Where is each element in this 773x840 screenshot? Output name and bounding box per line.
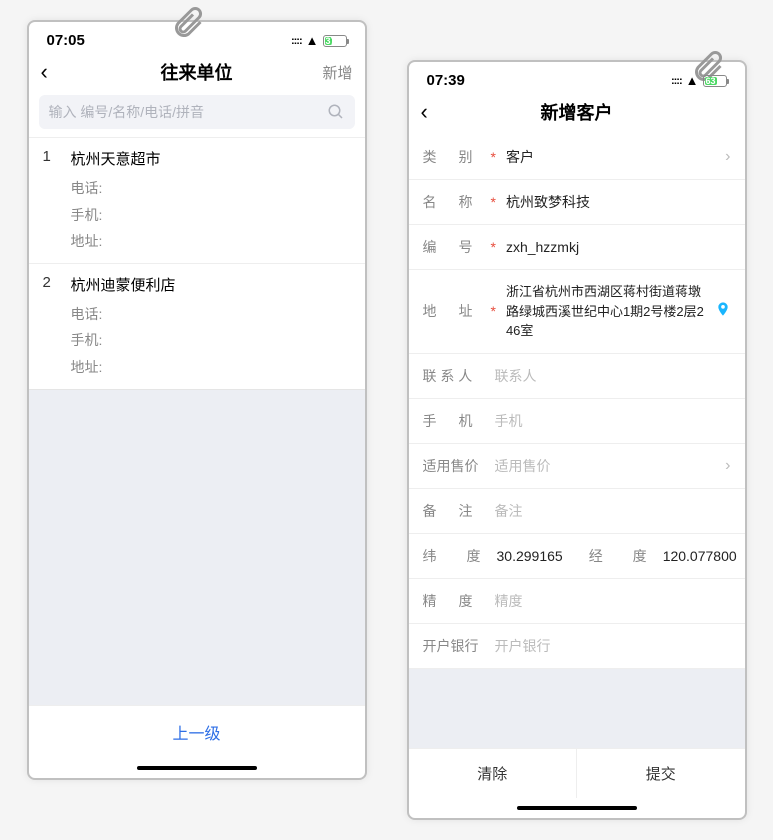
status-time: 07:39 <box>427 72 465 89</box>
nav-bar: ‹ 往来单位 新增 <box>29 53 365 95</box>
lat-value: 30.299165 <box>497 548 563 564</box>
lng-value: 120.077800 <box>663 548 737 564</box>
item-name: 杭州迪蒙便利店 <box>71 274 176 295</box>
label: 备 注 <box>423 501 487 521</box>
search-wrap <box>29 95 365 137</box>
label: 名 称 <box>423 192 487 212</box>
placeholder: 备注 <box>495 501 731 521</box>
value: 杭州致梦科技 <box>506 192 731 212</box>
value: 浙江省杭州市西湖区蒋村街道蒋墩路绿城西溪世纪中心1期2号楼2层246室 <box>506 282 707 341</box>
contact-list: 1 杭州天意超市 电话: 手机: 地址: 2 杭州迪蒙便利店 电话: 手机: 地… <box>29 137 365 389</box>
label: 联 系 人 <box>423 366 487 386</box>
field-remark[interactable]: 备 注 备注 <box>409 489 745 534</box>
home-indicator <box>409 798 745 818</box>
field-price[interactable]: 适用售价 适用售价 › <box>409 444 745 489</box>
search-input[interactable] <box>49 104 327 120</box>
label: 编 号 <box>423 237 487 257</box>
item-tel-label: 电话: <box>71 175 351 202</box>
value: 客户 <box>506 147 717 167</box>
field-code[interactable]: 编 号* zxh_hzzmkj <box>409 225 745 270</box>
field-contact[interactable]: 联 系 人 联系人 <box>409 354 745 399</box>
battery-icon: 63 <box>703 75 727 87</box>
field-precision[interactable]: 精 度 精度 <box>409 579 745 624</box>
label: 手 机 <box>423 411 487 431</box>
item-addr-label: 地址: <box>71 228 351 255</box>
placeholder: 精度 <box>495 591 731 611</box>
customer-form: 类 别* 客户 › 名 称* 杭州致梦科技 编 号* zxh_hzzmkj 地 … <box>409 135 745 669</box>
blank-area <box>409 669 745 749</box>
status-icons: :::: ▲ 37 <box>291 33 347 48</box>
field-mobile[interactable]: 手 机 手机 <box>409 399 745 444</box>
field-bank[interactable]: 开户银行 开户银行 <box>409 624 745 669</box>
item-name: 杭州天意超市 <box>71 148 161 169</box>
button-bar: 清除 提交 <box>409 748 745 798</box>
field-address[interactable]: 地 址* 浙江省杭州市西湖区蒋村街道蒋墩路绿城西溪世纪中心1期2号楼2层246室 <box>409 270 745 354</box>
location-icon[interactable] <box>715 301 731 322</box>
placeholder: 适用售价 <box>495 456 718 476</box>
label: 开户银行 <box>423 636 487 656</box>
submit-button[interactable]: 提交 <box>577 749 745 798</box>
label: 类 别 <box>423 147 487 167</box>
lng-label: 经 度 <box>589 546 655 566</box>
wifi-icon: ▲ <box>306 33 319 48</box>
field-latlng[interactable]: 纬 度 30.299165 经 度 120.077800 <box>409 534 745 579</box>
placeholder: 手机 <box>495 411 731 431</box>
field-name[interactable]: 名 称* 杭州致梦科技 <box>409 180 745 225</box>
back-button[interactable]: ‹ <box>41 59 48 85</box>
label: 精 度 <box>423 591 487 611</box>
status-time: 07:05 <box>47 32 85 49</box>
page-title: 新增客户 <box>409 99 745 125</box>
label: 适用售价 <box>423 456 487 476</box>
placeholder: 开户银行 <box>495 636 731 656</box>
value: zxh_hzzmkj <box>506 239 731 255</box>
search-icon <box>327 103 345 121</box>
item-mobile-label: 手机: <box>71 202 351 229</box>
signal-icon: :::: <box>671 75 682 87</box>
signal-icon: :::: <box>291 35 302 47</box>
screen-new-customer: 07:39 :::: ▲ 63 ‹ 新增客户 类 别* 客户 › 名 称* 杭州… <box>407 60 747 820</box>
label: 地 址 <box>423 301 487 321</box>
list-item[interactable]: 1 杭州天意超市 电话: 手机: 地址: <box>29 137 365 263</box>
item-tel-label: 电话: <box>71 301 351 328</box>
prev-level-button[interactable]: 上一级 <box>29 705 365 758</box>
page-title: 往来单位 <box>29 59 365 85</box>
list-item[interactable]: 2 杭州迪蒙便利店 电话: 手机: 地址: <box>29 263 365 389</box>
chevron-right-icon: › <box>725 148 730 166</box>
lat-label: 纬 度 <box>423 546 489 566</box>
add-button[interactable]: 新增 <box>322 62 352 83</box>
blank-area <box>29 389 365 705</box>
item-addr-label: 地址: <box>71 354 351 381</box>
nav-bar: ‹ 新增客户 <box>409 93 745 135</box>
home-indicator <box>29 758 365 778</box>
clear-button[interactable]: 清除 <box>409 749 578 798</box>
screen-contacts: 07:05 :::: ▲ 37 ‹ 往来单位 新增 1 杭州天意超市 电话: <box>27 20 367 780</box>
field-type[interactable]: 类 别* 客户 › <box>409 135 745 180</box>
item-index: 2 <box>43 274 57 295</box>
item-mobile-label: 手机: <box>71 327 351 354</box>
back-button[interactable]: ‹ <box>421 99 428 125</box>
placeholder: 联系人 <box>495 366 731 386</box>
chevron-right-icon: › <box>725 457 730 475</box>
item-index: 1 <box>43 148 57 169</box>
search-box[interactable] <box>39 95 355 129</box>
paperclip-icon <box>169 4 205 40</box>
battery-icon: 37 <box>323 35 347 47</box>
